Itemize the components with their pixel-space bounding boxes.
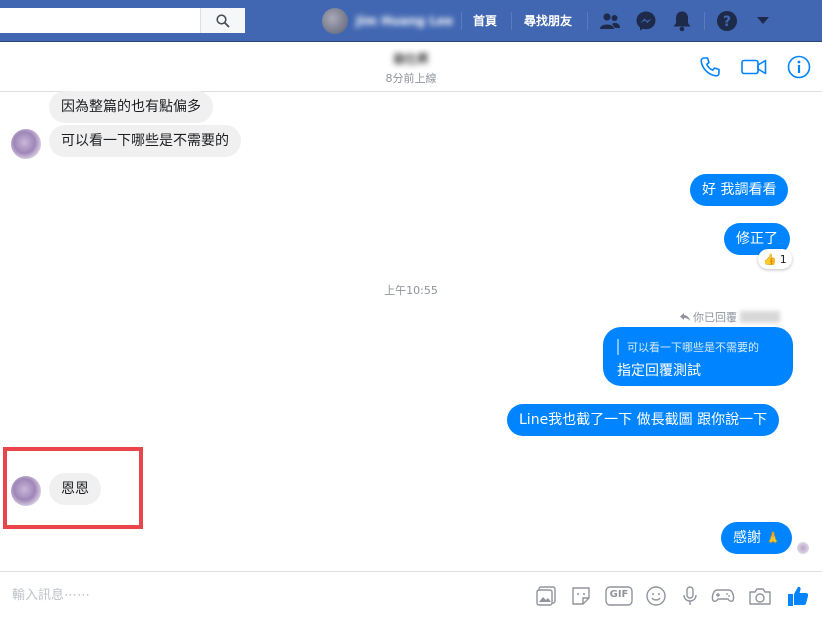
outgoing-message-text: 感謝: [733, 530, 761, 546]
info-icon: [787, 55, 811, 79]
profile-name: Jim Huang Lee: [356, 14, 454, 28]
send-like-button[interactable]: [786, 584, 810, 608]
incoming-message[interactable]: 可以看一下哪些是不需要的: [49, 125, 241, 157]
smiley-icon: [646, 586, 666, 606]
divider: [461, 12, 462, 30]
read-receipt-avatar: [797, 542, 809, 554]
reply-message-bubble[interactable]: 可以看一下哪些是不需要的 指定回覆測試: [603, 327, 793, 386]
friends-icon: [600, 13, 620, 29]
gif-button[interactable]: GIF: [605, 584, 633, 608]
svg-text:?: ?: [723, 14, 731, 30]
redacted-name: [740, 311, 780, 323]
emoji-button[interactable]: [644, 584, 668, 608]
message-composer: GIF: [0, 571, 822, 618]
help-icon: ?: [717, 11, 737, 31]
video-call-button[interactable]: [741, 54, 767, 80]
game-button[interactable]: [711, 584, 735, 608]
caret-down-icon: [757, 17, 769, 24]
highlight-box: [3, 447, 143, 529]
messenger-icon: [636, 11, 656, 31]
video-camera-icon: [741, 59, 767, 75]
camera-icon: [749, 588, 771, 605]
divider: [511, 12, 512, 30]
account-menu-button[interactable]: [750, 8, 776, 34]
search-icon: [216, 13, 230, 28]
home-link[interactable]: 首頁: [473, 12, 497, 29]
outgoing-message[interactable]: Line我也截了一下 做長截圖 跟你說一下: [507, 404, 780, 436]
outgoing-message[interactable]: 好 我調看看: [690, 174, 789, 206]
conversation-info-button[interactable]: [786, 54, 812, 80]
voice-clip-button[interactable]: [678, 584, 702, 608]
reply-indicator: 你已回覆: [680, 309, 780, 325]
reply-label-text: 你已回覆: [693, 311, 737, 324]
timestamp: 上午10:55: [384, 284, 438, 297]
last-active-status: 8分前上線: [385, 72, 437, 85]
phone-icon: [700, 57, 720, 77]
contact-name[interactable]: 翁仕昇: [360, 50, 462, 67]
voice-call-button[interactable]: [697, 54, 723, 80]
gif-label: GIF: [609, 589, 629, 600]
reply-arrow-icon: [680, 313, 690, 321]
sticker-button[interactable]: [569, 584, 593, 608]
message-input[interactable]: [12, 588, 312, 603]
top-navigation-bar: Jim Huang Lee 首頁 尋找朋友 ?: [0, 0, 822, 42]
search-button[interactable]: [200, 8, 245, 33]
outgoing-message[interactable]: 感謝 🙏: [721, 522, 793, 554]
photo-gallery-icon: [536, 586, 556, 606]
help-button[interactable]: ?: [714, 8, 740, 34]
reaction-count: 1: [779, 252, 787, 266]
messenger-button[interactable]: [633, 8, 659, 34]
divider: [587, 12, 588, 30]
reaction-badge[interactable]: 👍 1: [758, 249, 792, 269]
thumbs-up-icon: 👍: [763, 252, 777, 266]
find-friends-link[interactable]: 尋找朋友: [524, 12, 572, 29]
profile-link[interactable]: Jim Huang Lee: [322, 8, 453, 34]
gamepad-icon: [711, 589, 735, 602]
bell-icon: [673, 11, 691, 32]
friend-requests-button[interactable]: [597, 8, 623, 34]
quoted-message[interactable]: 可以看一下哪些是不需要的: [617, 339, 759, 355]
notifications-button[interactable]: [669, 8, 695, 34]
divider: [704, 12, 705, 30]
contact-avatar[interactable]: [11, 129, 41, 159]
camera-button[interactable]: [748, 584, 772, 608]
sticker-icon: [572, 587, 590, 605]
avatar: [322, 8, 348, 34]
pray-emoji-icon: 🙏: [765, 531, 781, 545]
chat-header: 翁仕昇 8分前上線: [0, 42, 822, 92]
incoming-message[interactable]: 因為整篇的也有點偏多: [49, 91, 213, 123]
microphone-icon: [683, 586, 697, 605]
thumbs-up-icon: [788, 586, 809, 606]
add-photo-button[interactable]: [534, 584, 558, 608]
reply-message-text: 指定回覆測試: [617, 363, 701, 379]
